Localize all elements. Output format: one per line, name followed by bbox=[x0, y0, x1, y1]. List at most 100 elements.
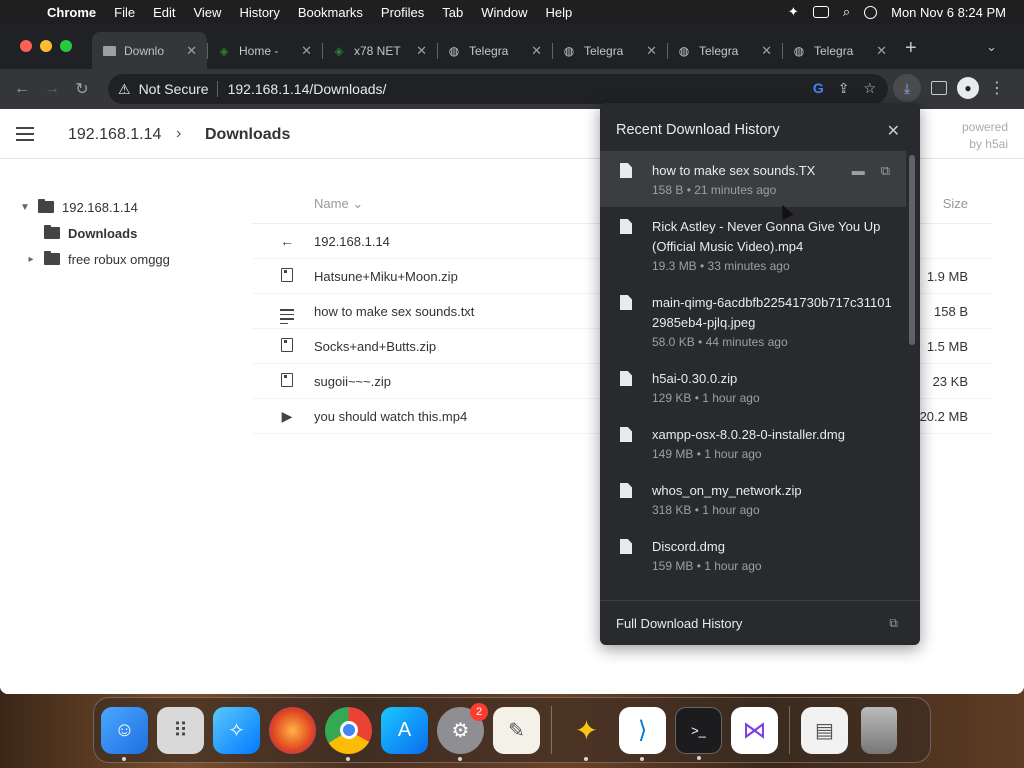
download-item[interactable]: main-qimg-6acdbfb22541730b717c311012985e… bbox=[600, 283, 906, 359]
sort-by-size[interactable]: Size bbox=[943, 196, 968, 211]
close-tab-icon[interactable]: ✕ bbox=[646, 43, 657, 59]
address-bar[interactable]: ⚠ Not Secure 192.168.1.14/Downloads/ G ⇪… bbox=[108, 74, 888, 104]
tree-node-root[interactable]: ▼ 192.168.1.14 bbox=[18, 194, 170, 220]
firefox-icon[interactable] bbox=[269, 706, 316, 754]
tree-node-free-robux[interactable]: ▸ free robux omggg bbox=[18, 246, 170, 272]
menu-history[interactable]: History bbox=[230, 5, 288, 20]
close-icon[interactable]: ✕ bbox=[887, 121, 900, 141]
side-panel-icon[interactable] bbox=[931, 81, 947, 95]
url-path[interactable]: /Downloads/ bbox=[309, 81, 386, 97]
safari-icon[interactable]: ✧ bbox=[213, 706, 260, 754]
hamburger-menu-icon[interactable] bbox=[16, 127, 34, 141]
forward-arrow-icon[interactable]: → bbox=[37, 80, 67, 98]
download-item[interactable]: xampp-osx-8.0.28-0-installer.dmg 149 MB … bbox=[600, 415, 906, 471]
close-tab-icon[interactable]: ✕ bbox=[186, 43, 197, 59]
downloads-stack-icon[interactable]: ▤ bbox=[801, 706, 848, 754]
warning-icon[interactable]: ⚠ bbox=[118, 81, 131, 98]
file-size: 23 KB bbox=[932, 373, 968, 389]
chrome-icon[interactable] bbox=[325, 706, 372, 761]
close-tab-icon[interactable]: ✕ bbox=[876, 43, 887, 59]
close-tab-icon[interactable]: ✕ bbox=[301, 43, 312, 59]
vscode-icon[interactable]: ⟩ bbox=[619, 706, 666, 761]
chevron-down-icon: ⌄ bbox=[352, 195, 364, 211]
download-list-scrollbar[interactable] bbox=[909, 155, 915, 345]
download-icon[interactable]: ⤓ bbox=[893, 74, 921, 102]
script-editor-icon[interactable]: ✎ bbox=[493, 706, 540, 754]
tree-node-downloads[interactable]: Downloads bbox=[18, 220, 170, 246]
menu-window[interactable]: Window bbox=[472, 5, 536, 20]
download-item[interactable]: h5ai-0.30.0.zip 129 KB • 1 hour ago bbox=[600, 359, 906, 415]
minimize-window-button[interactable] bbox=[40, 40, 52, 52]
file-name: how to make sex sounds.txt bbox=[314, 303, 475, 319]
text-file-icon bbox=[280, 298, 294, 325]
bee-status-icon[interactable]: ✦ bbox=[788, 4, 799, 20]
menu-view[interactable]: View bbox=[184, 5, 230, 20]
visual-studio-icon[interactable]: ⋈ bbox=[731, 706, 778, 754]
control-center-icon[interactable] bbox=[864, 5, 878, 19]
terminal-icon[interactable]: >_ bbox=[675, 706, 722, 760]
profile-avatar-icon[interactable]: ● bbox=[957, 77, 979, 99]
tab-telegram-4[interactable]: ◍ Telegra ✕ bbox=[782, 32, 897, 69]
tab-telegram-3[interactable]: ◍ Telegra ✕ bbox=[667, 32, 782, 69]
share-icon[interactable]: ⇪ bbox=[838, 80, 850, 97]
tab-telegram-1[interactable]: ◍ Telegra ✕ bbox=[437, 32, 552, 69]
full-download-history-link[interactable]: Full Download History ⧉ bbox=[600, 600, 920, 645]
menu-profiles[interactable]: Profiles bbox=[372, 5, 433, 20]
menu-tab[interactable]: Tab bbox=[433, 5, 472, 20]
chevron-right-icon[interactable]: ▸ bbox=[24, 254, 38, 265]
download-item[interactable]: Rick Astley - Never Gonna Give You Up (O… bbox=[600, 207, 906, 283]
menubar-clock[interactable]: Mon Nov 6 8:24 PM bbox=[891, 5, 1006, 20]
finder-icon[interactable]: ☺ bbox=[101, 706, 148, 761]
bookmark-star-icon[interactable]: ☆ bbox=[863, 80, 876, 97]
menu-help[interactable]: Help bbox=[537, 5, 582, 20]
globe-icon: ◍ bbox=[678, 43, 690, 58]
tab-title: Telegra bbox=[469, 43, 509, 58]
close-tab-icon[interactable]: ✕ bbox=[761, 43, 772, 59]
screen-mirroring-icon[interactable] bbox=[812, 6, 829, 18]
folder-icon bbox=[44, 225, 60, 239]
tab-title: Downlo bbox=[124, 43, 165, 58]
menu-edit[interactable]: Edit bbox=[144, 5, 184, 20]
powered-by[interactable]: powered by h5ai bbox=[958, 119, 1008, 153]
menu-file[interactable]: File bbox=[105, 5, 144, 20]
show-in-folder-icon[interactable]: ▬ bbox=[852, 163, 865, 179]
launchpad-icon[interactable]: ⠿ bbox=[157, 706, 204, 754]
tab-telegram-2[interactable]: ◍ Telegra ✕ bbox=[552, 32, 667, 69]
tab-home[interactable]: ◈ Home - ✕ bbox=[207, 32, 322, 69]
not-secure-label[interactable]: Not Secure bbox=[139, 81, 209, 97]
breadcrumb-current[interactable]: Downloads bbox=[205, 126, 290, 144]
sort-by-name[interactable]: Name ⌄ bbox=[314, 196, 363, 212]
app-store-icon[interactable]: A bbox=[381, 706, 428, 754]
breadcrumb-root[interactable]: 192.168.1.14 bbox=[68, 126, 161, 144]
more-menu-icon[interactable]: ⋮ bbox=[989, 78, 1005, 98]
tab-downloads[interactable]: Downlo ✕ bbox=[92, 32, 207, 69]
spotlight-search-icon[interactable]: ⌕ bbox=[843, 4, 850, 20]
trash-icon[interactable] bbox=[861, 706, 897, 754]
open-external-icon[interactable]: ⧉ bbox=[881, 163, 890, 179]
menu-app-name[interactable]: Chrome bbox=[38, 5, 105, 20]
tab-search-chevron-icon[interactable]: ⌄ bbox=[986, 39, 997, 55]
system-settings-icon[interactable]: ⚙ 2 bbox=[437, 702, 488, 761]
tab-title: Home - bbox=[239, 43, 279, 58]
reload-icon[interactable]: ↻ bbox=[67, 79, 97, 99]
new-tab-button[interactable]: + bbox=[905, 37, 917, 60]
tab-x78-net[interactable]: ◈ x78 NET ✕ bbox=[322, 32, 437, 69]
chevron-down-icon[interactable]: ▼ bbox=[18, 202, 32, 213]
menu-bookmarks[interactable]: Bookmarks bbox=[289, 5, 372, 20]
powered-line-1: powered bbox=[961, 120, 1008, 134]
download-name: whos_on_my_network.zip bbox=[652, 483, 802, 498]
zoom-window-button[interactable] bbox=[60, 40, 72, 52]
download-item[interactable]: how to make sex sounds.TX 158 B • 21 min… bbox=[600, 151, 906, 207]
bee-app-icon[interactable]: ✦ bbox=[563, 707, 610, 761]
download-meta: 19.3 MB • 33 minutes ago bbox=[652, 259, 790, 273]
close-tab-icon[interactable]: ✕ bbox=[531, 43, 542, 59]
tab-title: Telegra bbox=[814, 43, 854, 58]
download-item[interactable]: whos_on_my_network.zip 318 KB • 1 hour a… bbox=[600, 471, 906, 527]
url-host[interactable]: 192.168.1.14 bbox=[228, 81, 310, 97]
google-lens-icon[interactable]: G bbox=[813, 80, 824, 97]
back-arrow-icon[interactable]: ← bbox=[7, 80, 37, 98]
download-item[interactable]: Discord.dmg 159 MB • 1 hour ago bbox=[600, 527, 906, 583]
close-tab-icon[interactable]: ✕ bbox=[416, 43, 427, 59]
close-window-button[interactable] bbox=[20, 40, 32, 52]
download-bubble: Recent Download History ✕ how to make se… bbox=[600, 103, 920, 645]
